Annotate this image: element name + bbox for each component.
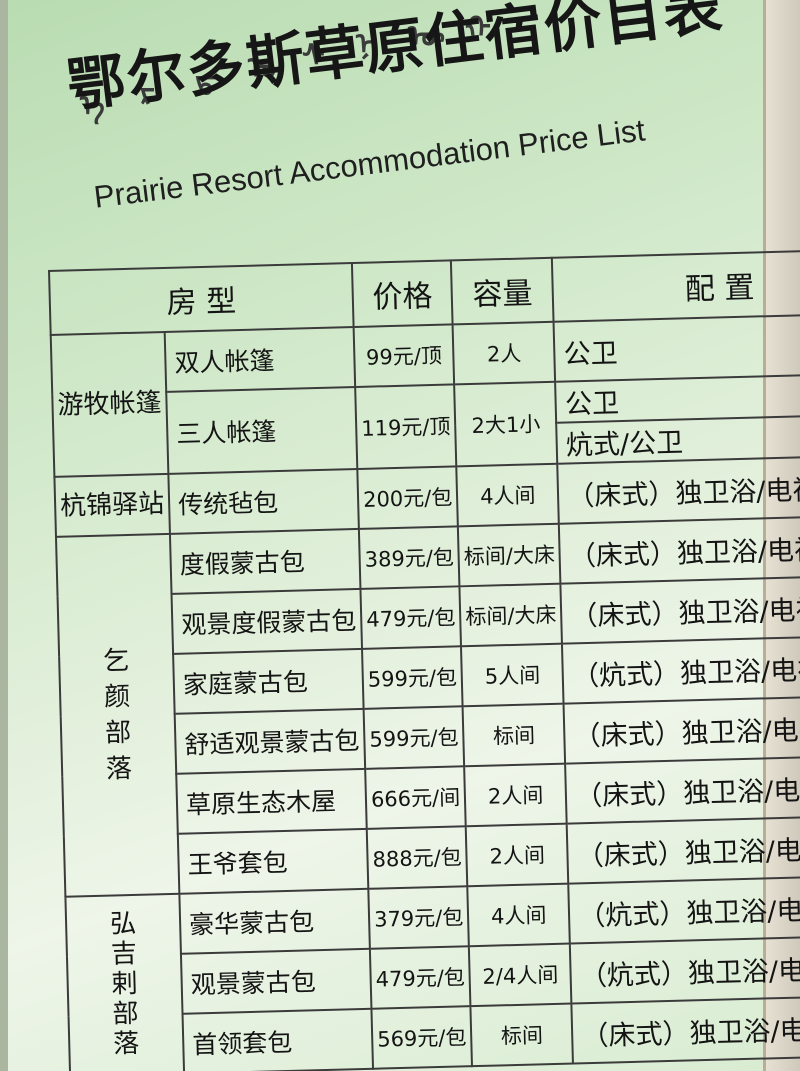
room-price: 389元/包	[358, 526, 460, 589]
room-capacity: 2大1小	[454, 381, 558, 467]
room-name: 双人帐篷	[164, 327, 356, 392]
group-cell: 弘吉剌部落	[65, 893, 185, 1071]
room-name: 度假蒙古包	[169, 528, 361, 594]
group-cell: 乞颜部落	[55, 533, 180, 897]
room-config: （炕式）独卫浴/电视/热水	[570, 934, 800, 1004]
room-price: 599元/包	[362, 646, 463, 709]
header-capacity: 容量	[451, 257, 554, 325]
room-price: 119元/顶	[355, 384, 457, 469]
room-config: （炕式）独卫浴/电视/空调	[562, 635, 800, 704]
room-name: 首领套包	[182, 1008, 374, 1071]
room-config: （炕式）独卫浴/电视/热水	[568, 874, 800, 944]
room-name: 舒适观景蒙古包	[174, 708, 366, 774]
room-price: 569元/包	[371, 1006, 473, 1069]
room-price: 666元/间	[365, 766, 466, 829]
room-name: 观景度假蒙古包	[171, 588, 363, 654]
room-config: （床式）独卫浴/电视/空调	[566, 814, 800, 884]
room-price: 200元/包	[357, 466, 459, 529]
room-capacity: 4人间	[467, 883, 571, 947]
room-config: （床式）独卫浴/电视/空调	[563, 695, 800, 764]
price-table: 房 型 价格 容量 配 置 游牧帐篷 双人帐篷 99元/顶 2人 公卫 三人帐篷…	[48, 248, 800, 1071]
room-name: 家庭蒙古包	[173, 648, 364, 714]
room-price: 379元/包	[368, 886, 470, 949]
room-config: 炕式/公卫	[556, 414, 800, 464]
room-price: 479元/包	[360, 586, 462, 649]
room-capacity: 标间/大床	[458, 523, 561, 587]
room-name: 豪华蒙古包	[179, 888, 370, 954]
room-config: （床式）独卫浴/电视/空调	[557, 455, 800, 524]
room-config: （床式）独卫浴/电视/空调	[560, 575, 800, 644]
room-name: 三人帐篷	[166, 386, 358, 474]
header-price: 价格	[351, 260, 453, 328]
room-capacity: 4人间	[456, 463, 560, 527]
room-price: 888元/包	[366, 826, 468, 889]
room-name: 草原生态木屋	[176, 768, 367, 834]
room-price: 479元/包	[369, 946, 471, 1009]
room-config: （床式）独卫浴/电视/空调	[565, 755, 800, 824]
room-capacity: 5人间	[461, 643, 564, 707]
sign-left-edge	[0, 0, 8, 1071]
room-name: 观景蒙古包	[180, 948, 372, 1014]
room-name: 传统毡包	[168, 468, 359, 534]
room-capacity: 标间	[470, 1003, 574, 1067]
room-capacity: 2人	[452, 321, 556, 385]
room-capacity: 标间/大床	[459, 583, 563, 647]
price-sign: ᠡ ᠷ ᠳ ᠣ ᠰ ᠨ ᠦ ᠬ 鄂尔多斯草原住宿价目表 Prairie Reso…	[0, 0, 800, 1071]
room-capacity: 2人间	[465, 823, 569, 887]
group-cell: 杭锦驿站	[54, 473, 170, 537]
room-config: 公卫	[555, 373, 800, 423]
group-cell: 游牧帐篷	[50, 331, 169, 477]
room-capacity: 2人间	[464, 763, 567, 827]
room-capacity: 标间	[462, 703, 566, 767]
header-room-type: 房 型	[49, 263, 354, 335]
room-capacity: 2/4人间	[469, 943, 572, 1007]
room-name: 王爷套包	[177, 828, 369, 894]
header-config: 配 置	[552, 249, 800, 322]
room-config: （床式）独卫浴/电视/客厅	[571, 994, 800, 1064]
room-price: 599元/包	[363, 706, 465, 769]
room-config: （床式）独卫浴/电视/空调	[559, 515, 800, 584]
room-price: 99元/顶	[353, 324, 455, 387]
title-english: Prairie Resort Accommodation Price List	[92, 112, 647, 215]
room-config: 公卫	[553, 313, 800, 382]
